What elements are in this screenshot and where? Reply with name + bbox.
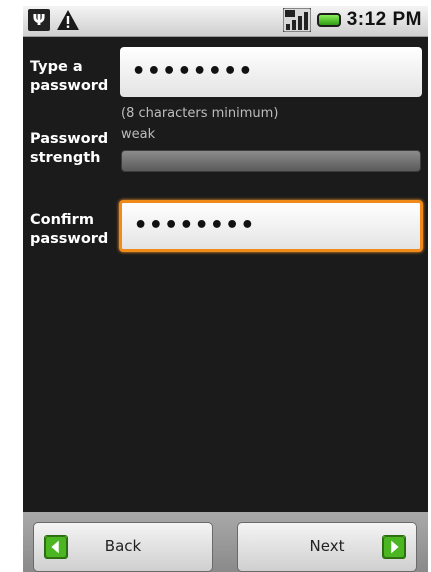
confirm-password-input[interactable]: ••••••••: [119, 200, 423, 252]
password-hint: (8 characters minimum): [121, 106, 279, 121]
usb-icon: Ψ: [28, 9, 50, 31]
system-icons: 3:12 PM: [282, 8, 422, 32]
password-label-line1: Type a: [30, 59, 83, 75]
battery-icon: [316, 13, 341, 27]
strength-label: Password strength: [30, 130, 108, 168]
password-input[interactable]: ••••••••: [120, 47, 422, 97]
notification-icons: Ψ: [28, 9, 80, 31]
next-arrow-icon: [382, 535, 406, 559]
strength-value: weak: [121, 127, 156, 142]
clock-time: 3:12 PM: [346, 9, 422, 30]
confirm-label: Confirm password: [30, 211, 108, 249]
signal-icon: [282, 8, 311, 32]
strength-meter: [121, 150, 421, 172]
navigation-bar: Back Next: [23, 512, 428, 572]
password-label-line2: password: [30, 78, 109, 94]
strength-label-line2: strength: [30, 150, 101, 166]
status-bar: Ψ 3:12 PM: [23, 6, 428, 37]
confirm-label-line2: password: [30, 231, 109, 247]
phone-screen: Ψ 3:12 PM Type a password •••••••• (8 ch…: [23, 6, 428, 572]
next-button[interactable]: Next: [237, 522, 417, 572]
password-label: Type a password: [30, 58, 108, 96]
back-button[interactable]: Back: [33, 522, 213, 572]
confirm-label-line1: Confirm: [30, 212, 94, 228]
warning-icon: [57, 10, 79, 30]
back-button-label: Back: [104, 537, 142, 555]
strength-label-line1: Password: [30, 131, 109, 147]
password-setup-form: Type a password •••••••• (8 characters m…: [23, 37, 428, 512]
